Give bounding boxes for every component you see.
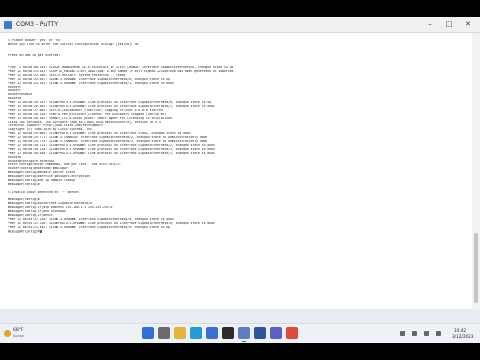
teams-icon[interactable] <box>270 327 282 339</box>
weather-description: Sunny <box>13 334 24 338</box>
maximize-button[interactable]: □ <box>440 17 458 32</box>
taskbar: 68°F Sunny 10:42 3/12/2023 <box>0 323 480 343</box>
word-icon[interactable] <box>254 327 266 339</box>
search-icon[interactable] <box>158 327 170 339</box>
store-icon[interactable] <box>206 327 218 339</box>
wifi-icon[interactable] <box>412 331 417 336</box>
putty-window: COM3 - PuTTY – □ ✕ % Please answer 'yes'… <box>0 17 480 309</box>
terminal-output: % Please answer 'yes' or 'no'. Would you … <box>8 35 470 233</box>
letterbox-bottom <box>0 343 480 360</box>
sun-icon <box>4 330 11 337</box>
chevron-up-icon[interactable] <box>400 331 405 336</box>
terminal-area[interactable]: % Please answer 'yes' or 'no'. Would you … <box>0 33 472 309</box>
terminal-scrollbar[interactable] <box>472 33 480 309</box>
text-cursor <box>39 229 42 233</box>
system-tray: 10:42 3/12/2023 <box>390 327 478 341</box>
minimize-button[interactable]: – <box>421 17 439 32</box>
clock-date[interactable]: 3/12/2023 <box>452 334 473 339</box>
scrollbar-thumb[interactable] <box>474 233 478 303</box>
edge-browser-icon[interactable] <box>190 327 202 339</box>
clock-time[interactable]: 10:42 <box>454 328 466 333</box>
close-button[interactable]: ✕ <box>459 17 477 32</box>
putty-app-icon <box>4 21 12 29</box>
screen: COM3 - PuTTY – □ ✕ % Please answer 'yes'… <box>0 0 480 360</box>
terminal-icon[interactable] <box>222 327 234 339</box>
letterbox-top <box>0 0 480 17</box>
weather-widget[interactable]: 68°F Sunny <box>4 327 44 341</box>
battery-icon[interactable] <box>436 331 441 336</box>
putty-taskbar-icon[interactable] <box>238 327 250 342</box>
weather-temperature: 68°F <box>13 328 24 333</box>
file-explorer-icon[interactable] <box>174 327 186 339</box>
chrome-icon[interactable] <box>286 327 298 339</box>
window-title: COM3 - PuTTY <box>16 21 59 28</box>
volume-icon[interactable] <box>424 331 429 336</box>
start-icon[interactable] <box>142 327 154 339</box>
title-bar[interactable]: COM3 - PuTTY – □ ✕ <box>0 17 480 33</box>
desktop-background <box>0 309 480 323</box>
terminal-line: WebLogAP(config)# <box>8 229 42 234</box>
